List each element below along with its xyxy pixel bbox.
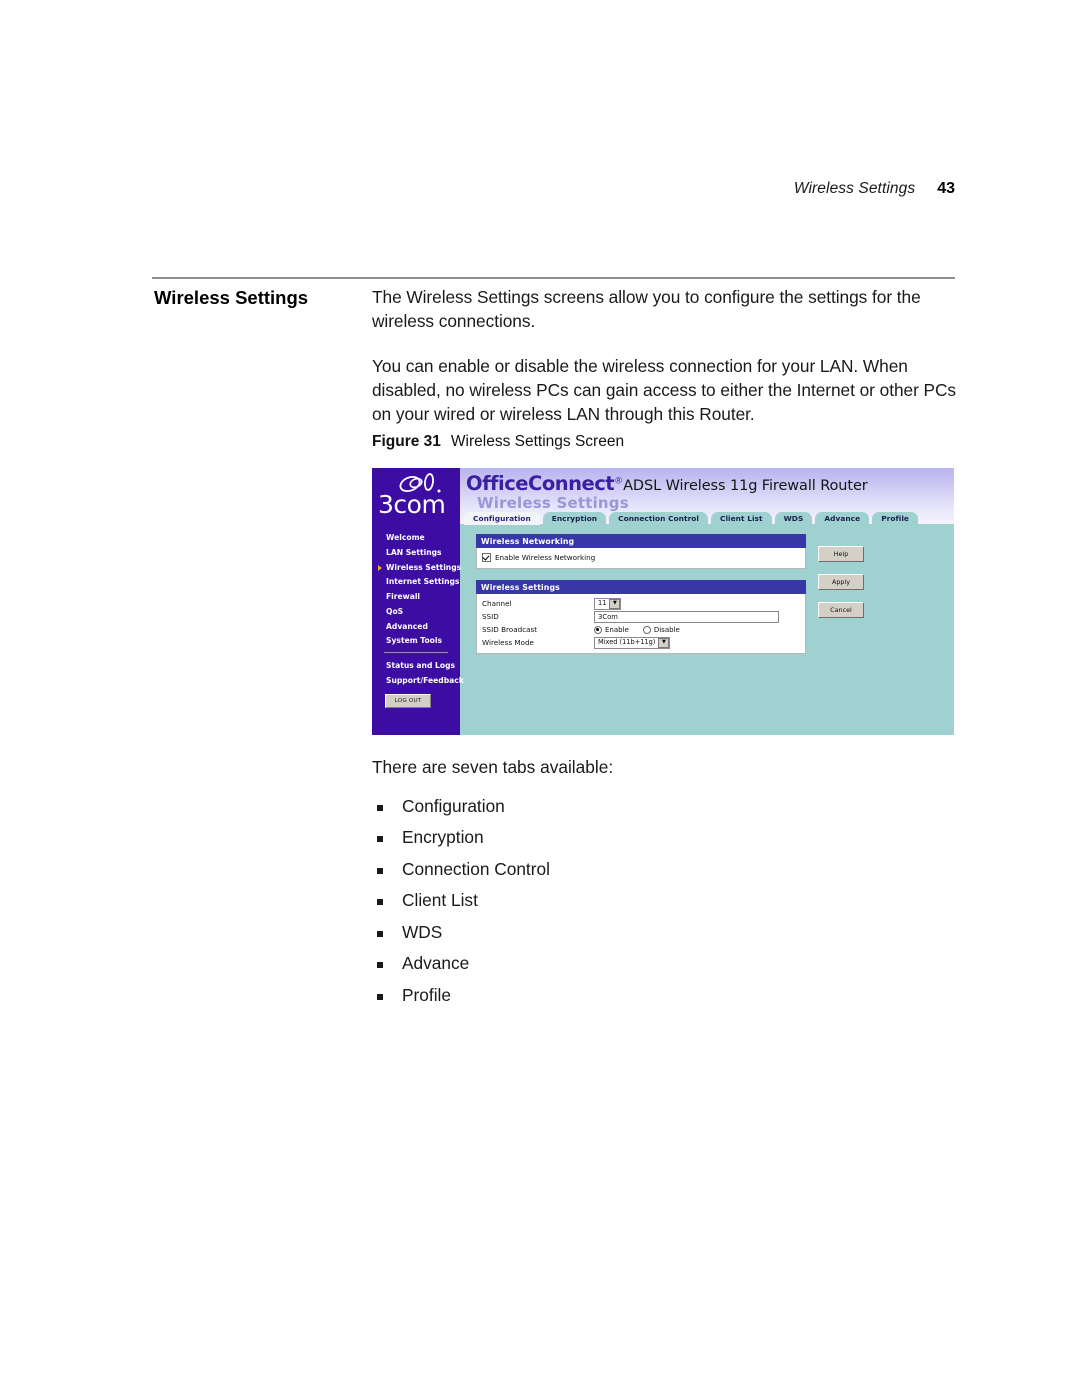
ssid-label: SSID <box>482 612 499 621</box>
running-head-title: Wireless Settings <box>793 180 916 197</box>
running-head: Wireless Settings 43 <box>152 180 955 198</box>
nav-item-status-and-logs[interactable]: Status and Logs <box>380 662 460 670</box>
section-heading: Wireless Settings <box>154 287 309 308</box>
list-item-configuration: Configuration <box>372 797 550 815</box>
figure-caption: Figure 31 Wireless Settings Screen <box>372 433 624 451</box>
router-page-title: Wireless Settings <box>477 494 629 512</box>
router-brand-logo-text: 3com <box>378 490 446 519</box>
tab-connection-control[interactable]: Connection Control <box>609 512 708 525</box>
panel-wireless-settings: Wireless Settings Channel 11 ▼ SSID 3Com … <box>476 580 806 654</box>
ssid-broadcast-disable-label: Disable <box>653 625 680 634</box>
paragraph-intro: The Wireless Settings screens allow you … <box>372 287 921 331</box>
enable-wireless-networking-row[interactable]: Enable Wireless Networking <box>482 551 800 564</box>
tabs-intro-text: There are seven tabs available: <box>372 757 614 777</box>
list-item-advance: Advance <box>372 955 550 972</box>
channel-select[interactable]: 11 ▼ <box>594 597 622 610</box>
list-item-profile: Profile <box>372 986 550 1004</box>
figure-label: Figure 31 <box>372 433 441 450</box>
ssid-broadcast-enable-label: Enable <box>605 625 629 634</box>
ssid-broadcast-disable-option[interactable]: Disable <box>642 625 680 634</box>
wireless-mode-select[interactable]: Mixed (11b+11g) ▼ <box>594 636 671 649</box>
help-button[interactable]: Help <box>818 546 864 562</box>
router-tab-strip: Configuration Encryption Connection Cont… <box>464 512 918 525</box>
apply-button[interactable]: Apply <box>818 574 864 590</box>
paragraph-enable-disable: You can enable or disable the wireless c… <box>372 356 957 424</box>
wireless-mode-value: Mixed (11b+11g) <box>598 638 656 647</box>
nav-item-advanced[interactable]: Advanced <box>380 623 460 631</box>
ssid-broadcast-enable-option[interactable]: Enable <box>594 625 629 634</box>
body-column: The Wireless Settings screens allow you … <box>372 286 957 426</box>
tab-wds[interactable]: WDS <box>774 512 813 525</box>
panel-wireless-networking-title: Wireless Networking <box>476 534 806 548</box>
nav-item-wireless-settings[interactable]: Wireless Settings <box>378 563 461 572</box>
ssid-input[interactable]: 3Com <box>594 610 779 623</box>
list-item-wds: WDS <box>372 923 550 941</box>
panel-wireless-settings-title: Wireless Settings <box>476 580 806 594</box>
logout-button[interactable]: LOG OUT <box>385 693 431 708</box>
router-nav: Welcome LAN Settings Wireless Settings I… <box>378 534 464 708</box>
registered-mark-icon: ® <box>614 476 624 487</box>
nav-item-qos[interactable]: QoS <box>380 608 460 616</box>
radio-enable-icon[interactable] <box>594 625 602 634</box>
nav-item-internet-settings[interactable]: Internet Settings <box>380 578 460 586</box>
enable-wireless-networking-label: Enable Wireless Networking <box>495 553 596 562</box>
page-number: 43 <box>937 180 955 197</box>
nav-item-support-feedback[interactable]: Support/Feedback <box>380 677 464 685</box>
panel-wireless-networking-body: Enable Wireless Networking <box>476 548 806 569</box>
figure-caption-text: Wireless Settings Screen <box>450 433 625 450</box>
list-item-client-list: Client List <box>372 892 550 909</box>
panel-wireless-settings-body: Channel 11 ▼ SSID 3Com SSID Broadcast Ena… <box>476 594 806 654</box>
chevron-down-icon[interactable]: ▼ <box>658 637 670 648</box>
tab-client-list[interactable]: Client List <box>710 512 772 525</box>
row-ssid-broadcast: SSID Broadcast Enable Disable <box>482 623 800 636</box>
radio-disable-icon[interactable] <box>642 625 651 634</box>
router-action-buttons: Help Apply Cancel <box>818 546 864 618</box>
channel-label: Channel <box>482 599 512 608</box>
channel-value: 11 <box>598 599 607 608</box>
row-ssid: SSID 3Com <box>482 610 800 623</box>
product-model: ADSL Wireless 11g Firewall Router <box>623 478 868 494</box>
row-wireless-mode: Wireless Mode Mixed (11b+11g) ▼ <box>482 636 800 649</box>
ssid-broadcast-label: SSID Broadcast <box>482 625 538 634</box>
enable-wireless-networking-checkbox[interactable] <box>482 553 491 562</box>
list-item-connection-control: Connection Control <box>372 860 550 878</box>
tab-profile[interactable]: Profile <box>872 512 918 525</box>
row-channel: Channel 11 ▼ <box>482 597 800 610</box>
nav-divider <box>384 652 448 654</box>
figure-image-router-web-ui: 3com Welcome LAN Settings Wireless Setti… <box>372 468 954 735</box>
cancel-button[interactable]: Cancel <box>818 602 864 618</box>
chevron-down-icon[interactable]: ▼ <box>609 598 621 609</box>
nav-item-firewall[interactable]: Firewall <box>380 593 460 601</box>
nav-item-system-tools[interactable]: System Tools <box>380 637 460 645</box>
tab-advance[interactable]: Advance <box>815 512 870 525</box>
router-main-content: Wireless Networking Enable Wireless Netw… <box>476 534 806 665</box>
tab-configuration[interactable]: Configuration <box>464 512 540 525</box>
section-divider <box>152 277 955 279</box>
tab-encryption[interactable]: Encryption <box>542 512 607 525</box>
router-product-title: OfficeConnect®ADSL Wireless 11g Firewall… <box>466 472 868 495</box>
ssid-broadcast-radio-group: Enable Disable <box>594 625 680 634</box>
nav-item-welcome[interactable]: Welcome <box>380 534 460 542</box>
list-item-encryption: Encryption <box>372 829 550 846</box>
tabs-bullet-list: Configuration Encryption Connection Cont… <box>372 797 550 1018</box>
wireless-mode-label: Wireless Mode <box>482 638 534 647</box>
product-name: OfficeConnect <box>466 472 615 495</box>
router-sidebar: 3com Welcome LAN Settings Wireless Setti… <box>372 468 464 735</box>
nav-item-lan-settings[interactable]: LAN Settings <box>380 549 460 557</box>
panel-wireless-networking: Wireless Networking Enable Wireless Netw… <box>476 534 806 569</box>
